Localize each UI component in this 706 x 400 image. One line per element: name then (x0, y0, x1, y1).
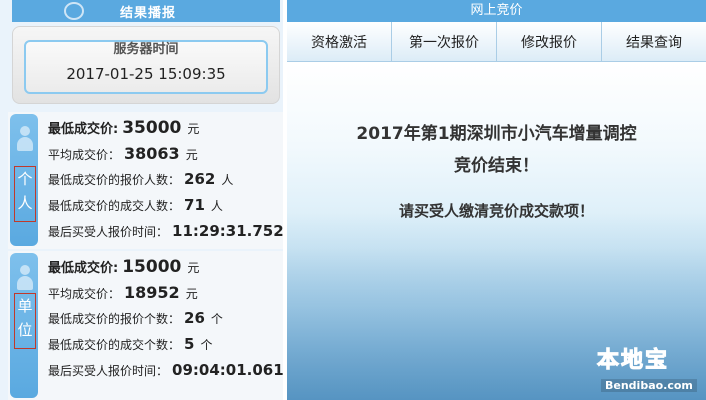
unit-deal-count-row: 最低成交价的成交个数： 5 个 (48, 335, 284, 361)
personal-deal-count-row: 最低成交价的成交人数： 71 人 (48, 196, 284, 222)
bidding-tabs: 资格激活 第一次报价 修改报价 结果查询 (287, 22, 706, 62)
personal-lowest-price-row: 最低成交价: 35000 元 (48, 118, 284, 144)
unit-last-bid-time-row: 最后买受人报价时间： 09:04:01.061 (48, 361, 284, 387)
personal-last-bid-time-row: 最后买受人报价时间： 11:29:31.752 (48, 222, 284, 248)
bidding-content: 2017年第1期深圳市小汽车增量调控 竞价结束！ 请买受人缴清竞价成交款项！ 本… (287, 62, 706, 400)
person-icon (17, 265, 33, 293)
logo-english-text: Bendibao.com (601, 379, 697, 392)
results-panel: 结果播报 服务器时间 2017-01-25 15:09:35 个人 最低成交价:… (0, 0, 284, 400)
stat-value: 15000 (122, 257, 182, 277)
personal-results: 个人 最低成交价: 35000 元 平均成交价： 38063 元 最低成交价的报… (8, 112, 284, 249)
server-time-value: 2017-01-25 15:09:35 (66, 65, 226, 83)
personal-tab[interactable]: 个人 (10, 114, 38, 246)
stat-unit: 元 (185, 287, 198, 301)
stat-value: 18952 (124, 283, 180, 302)
stat-label: 最低成交价的成交个数： (48, 338, 181, 352)
clock-icon (64, 2, 84, 20)
auction-ended-line2: 竞价结束！ (454, 156, 539, 176)
unit-tab-label: 单位 (14, 293, 36, 349)
stat-value: 11:29:31.752 (172, 222, 284, 240)
personal-tab-label: 个人 (14, 166, 36, 222)
tab-qualification-activation[interactable]: 资格激活 (287, 22, 392, 61)
results-header-title: 结果播报 (120, 5, 177, 21)
person-icon (17, 126, 33, 154)
bidding-header: 网上竞价 (287, 0, 706, 22)
unit-tab[interactable]: 单位 (10, 253, 38, 398)
auction-ended-line1: 2017年第1期深圳市小汽车增量调控 (356, 124, 637, 144)
logo-chinese-text: 本地宝 (597, 348, 670, 374)
stat-label: 最低成交价的报价个数： (48, 312, 181, 326)
results-header: 结果播报 (12, 0, 280, 22)
tab-result-query[interactable]: 结果查询 (602, 22, 706, 61)
stat-unit: 元 (187, 122, 200, 136)
tab-modify-bid[interactable]: 修改报价 (497, 22, 602, 61)
personal-average-price-row: 平均成交价： 38063 元 (48, 144, 284, 170)
stat-value: 35000 (122, 118, 182, 138)
stat-value: 71 (184, 196, 205, 214)
payment-reminder: 请买受人缴清竞价成交款项！ (398, 202, 594, 220)
personal-stats: 最低成交价: 35000 元 平均成交价： 38063 元 最低成交价的报价人数… (48, 118, 284, 248)
stat-label: 最后买受人报价时间： (48, 225, 169, 239)
bendibao-logo: 本地宝 Bendibao.com (597, 342, 697, 398)
stat-value: 38063 (124, 144, 180, 163)
stat-label: 最低成交价的报价人数： (48, 173, 181, 187)
personal-bid-count-row: 最低成交价的报价人数： 262 人 (48, 170, 284, 196)
stat-unit: 个 (200, 338, 213, 352)
stat-label: 最后买受人报价时间： (48, 364, 169, 378)
unit-average-price-row: 平均成交价： 18952 元 (48, 283, 284, 309)
tab-first-bid[interactable]: 第一次报价 (392, 22, 497, 61)
stat-label: 平均成交价： (48, 148, 121, 162)
unit-bid-count-row: 最低成交价的报价个数： 26 个 (48, 309, 284, 335)
stat-value: 26 (184, 309, 205, 327)
stat-label: 最低成交价的成交人数： (48, 199, 181, 213)
online-bidding-panel: 网上竞价 资格激活 第一次报价 修改报价 结果查询 2017年第1期深圳市小汽车… (287, 0, 706, 400)
stat-label: 最低成交价: (48, 261, 119, 276)
stat-value: 5 (184, 335, 195, 353)
server-time-label: 服务器时间 (113, 42, 179, 57)
unit-lowest-price-row: 最低成交价: 15000 元 (48, 257, 284, 283)
unit-results: 单位 最低成交价: 15000 元 平均成交价： 18952 元 最低成交价的报… (8, 251, 284, 400)
auction-ended-message: 2017年第1期深圳市小汽车增量调控 竞价结束！ (287, 118, 706, 182)
stat-value: 09:04:01.061 (172, 361, 284, 379)
unit-stats: 最低成交价: 15000 元 平均成交价： 18952 元 最低成交价的报价个数… (48, 257, 284, 387)
stat-unit: 人 (221, 173, 234, 187)
stat-unit: 个 (210, 312, 223, 326)
stat-unit: 元 (185, 148, 198, 162)
stat-label: 平均成交价： (48, 287, 121, 301)
stat-unit: 元 (187, 261, 200, 275)
page-root: 结果播报 服务器时间 2017-01-25 15:09:35 个人 最低成交价:… (0, 0, 706, 400)
stat-label: 最低成交价: (48, 122, 119, 137)
stat-unit: 人 (210, 199, 223, 213)
stat-value: 262 (184, 170, 216, 188)
